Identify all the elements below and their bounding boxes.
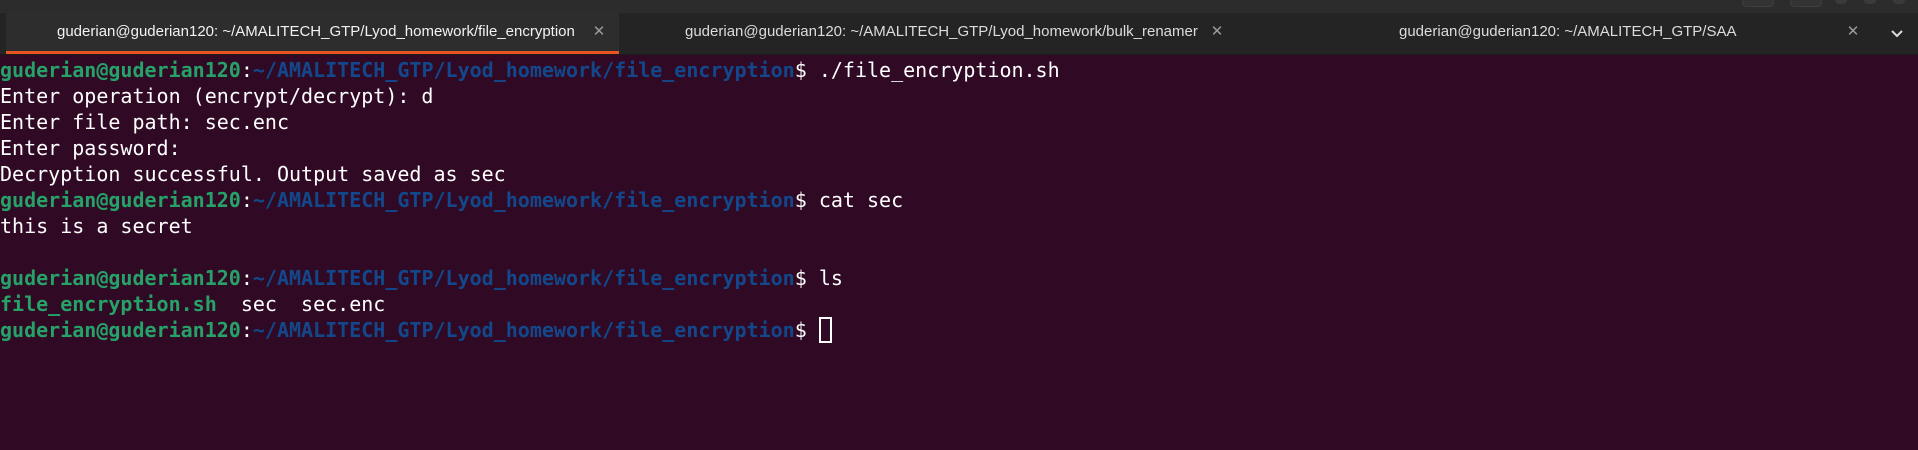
output-line: Decryption successful. Output saved as s… <box>0 162 506 186</box>
prompt-separator: : <box>240 58 253 82</box>
prompt-line: guderian@guderian120:~/AMALITECH_GTP/Lyo… <box>0 317 1918 343</box>
prompt-symbol: $ <box>794 266 807 290</box>
prompt-symbol: $ <box>794 188 807 212</box>
terminal-window: guderian@guderian120: ~/AMALITECH_GTP/Ly… <box>0 0 1918 450</box>
tab-title: guderian@guderian120: ~/AMALITECH_GTP/Ly… <box>685 23 1198 40</box>
prompt-separator: : <box>240 188 253 212</box>
prompt-path: ~/AMALITECH_GTP/Lyod_homework/file_encry… <box>252 318 795 342</box>
output-line: file_encryption.sh sec sec.enc <box>0 291 1918 317</box>
prompt-user-host: guderian@guderian120 <box>0 318 241 342</box>
prompt-symbol: $ <box>794 318 807 342</box>
tab-bar: guderian@guderian120: ~/AMALITECH_GTP/Ly… <box>0 13 1918 55</box>
prompt-line: guderian@guderian120:~/AMALITECH_GTP/Lyo… <box>0 57 1918 83</box>
prompt-separator: : <box>240 318 253 342</box>
maximize-button[interactable] <box>1864 0 1876 4</box>
prompt-path: ~/AMALITECH_GTP/Lyod_homework/file_encry… <box>252 58 795 82</box>
tab-title: guderian@guderian120: ~/AMALITECH_GTP/Ly… <box>57 23 575 40</box>
menu-button[interactable] <box>1790 0 1822 7</box>
output-line: Enter password: <box>0 136 181 160</box>
tab-title: guderian@guderian120: ~/AMALITECH_GTP/SA… <box>1399 23 1737 40</box>
close-icon[interactable]: ✕ <box>1843 21 1863 41</box>
prompt-user-host: guderian@guderian120 <box>0 58 241 82</box>
ls-executable-file: file_encryption.sh <box>0 292 217 316</box>
prompt-line: guderian@guderian120:~/AMALITECH_GTP/Lyo… <box>0 187 1918 213</box>
output-line: this is a secret <box>0 214 193 238</box>
tab-saa[interactable]: guderian@guderian120: ~/AMALITECH_GTP/SA… <box>1233 13 1878 54</box>
prompt-user-host: guderian@guderian120 <box>0 266 241 290</box>
tab-file-encryption[interactable]: guderian@guderian120: ~/AMALITECH_GTP/Ly… <box>6 13 619 54</box>
ls-files: sec sec.enc <box>216 292 386 316</box>
prompt-path: ~/AMALITECH_GTP/Lyod_homework/file_encry… <box>252 266 795 290</box>
tab-bulk-renamer[interactable]: guderian@guderian120: ~/AMALITECH_GTP/Ly… <box>619 13 1233 54</box>
terminal-cursor <box>818 317 832 343</box>
prompt-line: guderian@guderian120:~/AMALITECH_GTP/Lyo… <box>0 265 1918 291</box>
output-line: Enter file path: sec.enc <box>0 110 289 134</box>
prompt-symbol: $ <box>794 58 807 82</box>
prompt-user-host: guderian@guderian120 <box>0 188 241 212</box>
command-text: ls <box>806 266 843 290</box>
new-tab-button[interactable] <box>1742 0 1774 7</box>
close-window-button[interactable] <box>1893 0 1905 4</box>
minimize-button[interactable] <box>1835 0 1847 4</box>
close-icon[interactable]: ✕ <box>589 21 609 41</box>
command-text: cat sec <box>806 188 904 212</box>
command-text: ./file_encryption.sh <box>806 58 1060 82</box>
chevron-down-icon[interactable] <box>1885 21 1909 45</box>
close-icon[interactable]: ✕ <box>1207 21 1227 41</box>
output-line: Enter operation (encrypt/decrypt): d <box>0 84 434 108</box>
headerbar <box>0 0 1918 13</box>
prompt-separator: : <box>240 266 253 290</box>
terminal-output[interactable]: guderian@guderian120:~/AMALITECH_GTP/Lyo… <box>0 57 1918 450</box>
prompt-path: ~/AMALITECH_GTP/Lyod_homework/file_encry… <box>252 188 795 212</box>
